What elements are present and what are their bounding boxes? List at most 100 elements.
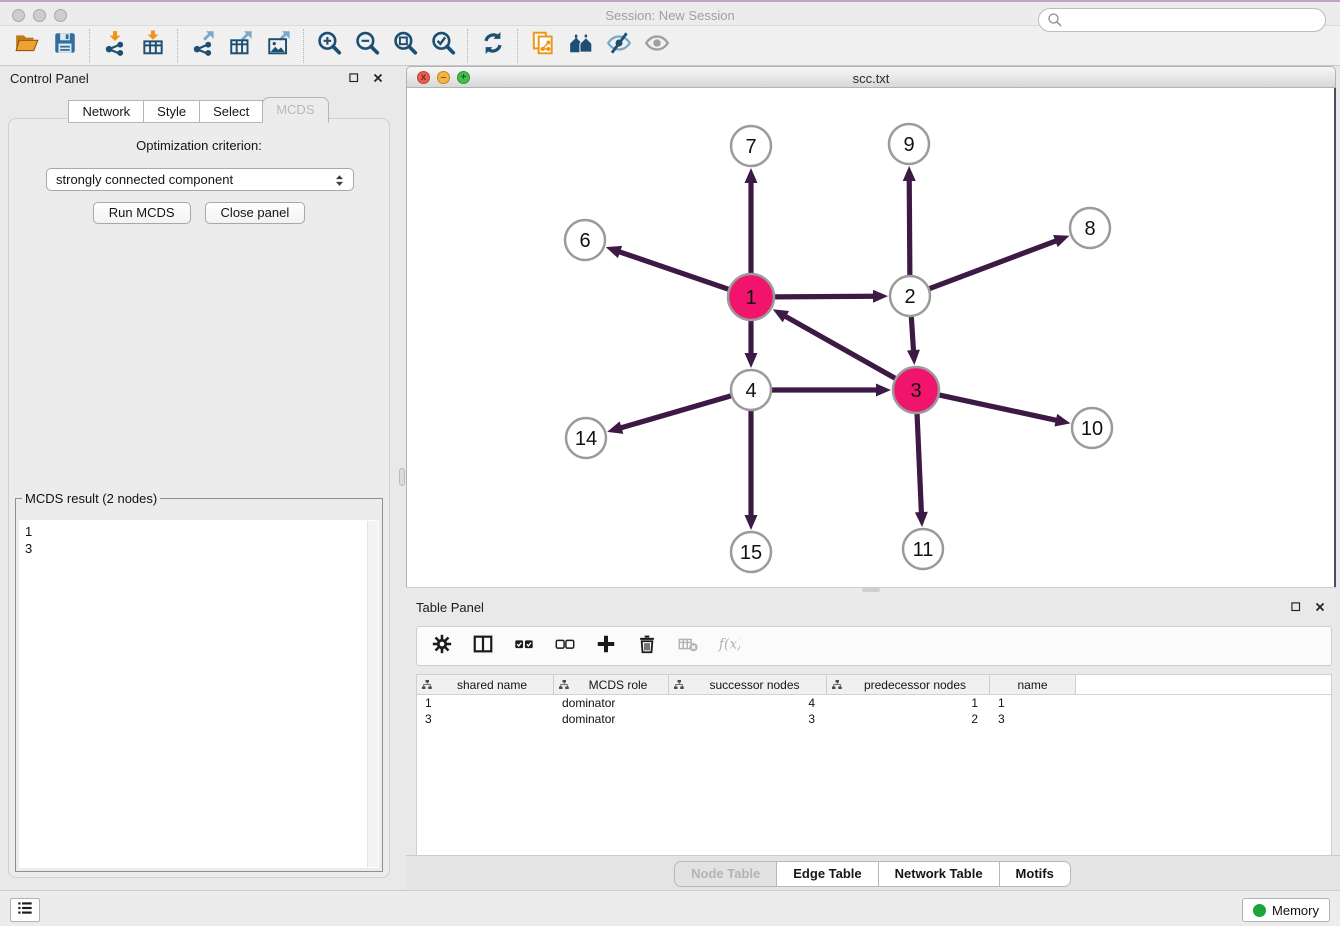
fx-icon: f(x) — [718, 633, 740, 660]
task-history-button[interactable] — [10, 898, 40, 922]
graph-edge-2-8[interactable] — [930, 240, 1059, 289]
result-scrollbar[interactable] — [367, 521, 378, 867]
table-row[interactable]: 3dominator323 — [417, 711, 1331, 727]
hide-selected-button[interactable] — [600, 29, 638, 63]
graph-node-11[interactable]: 11 — [903, 529, 943, 569]
import-network-button[interactable] — [96, 29, 134, 63]
tab-node-table[interactable]: Node Table — [674, 861, 777, 887]
select-all-rows-button[interactable] — [511, 633, 537, 659]
close-table-panel-icon[interactable] — [1313, 600, 1328, 615]
close-panel-icon[interactable] — [371, 71, 386, 86]
graph-edge-3-1[interactable] — [783, 315, 895, 378]
memory-button[interactable]: Memory — [1242, 898, 1330, 922]
graph-edge-3-10[interactable] — [939, 395, 1058, 421]
zoom-fit-button[interactable] — [386, 29, 424, 63]
network-window-titlebar[interactable]: x–+ scc.txt — [406, 66, 1336, 88]
zoom-out-button[interactable] — [348, 29, 386, 63]
graph-node-3[interactable]: 3 — [893, 367, 939, 413]
column-header-successor-nodes[interactable]: successor nodes — [669, 675, 827, 694]
graph-node-8[interactable]: 8 — [1070, 208, 1110, 248]
splitter-grip[interactable] — [399, 468, 405, 486]
graph-edge-2-9[interactable] — [909, 178, 910, 275]
org-chart-icon — [421, 679, 433, 691]
table-row[interactable]: 1dominator411 — [417, 695, 1331, 711]
save-session-button[interactable] — [46, 29, 84, 63]
new-network-from-selection-button[interactable] — [524, 29, 562, 63]
horizontal-splitter-grip[interactable] — [862, 588, 880, 592]
graph-node-7[interactable]: 7 — [731, 126, 771, 166]
graph-edge-1-6[interactable] — [617, 251, 728, 289]
apply-preferred-layout-button[interactable] — [474, 29, 512, 63]
criterion-select[interactable]: strongly connected component — [46, 168, 354, 191]
eye-slash-icon — [606, 30, 632, 61]
cell-name[interactable]: 1 — [990, 696, 1076, 710]
cell-successor-nodes[interactable]: 3 — [669, 712, 827, 726]
graph-edge-arrowhead — [745, 168, 758, 183]
tab-mcds[interactable]: MCDS — [262, 97, 328, 123]
node-label: 2 — [904, 286, 915, 308]
zoom-in-button[interactable] — [310, 29, 348, 63]
column-header-mcds-role[interactable]: MCDS role — [554, 675, 669, 694]
cell-name[interactable]: 3 — [990, 712, 1076, 726]
network-graph[interactable]: 7 9 6 8 1 2 4 3 14 10 15 11 — [407, 88, 1333, 587]
column-header-predecessor-nodes[interactable]: predecessor nodes — [827, 675, 990, 694]
tab-select[interactable]: Select — [199, 100, 263, 123]
graph-edge-4-14[interactable] — [619, 396, 731, 429]
graph-edge-2-3[interactable] — [911, 317, 913, 353]
node-table: shared name MCDS rolesuccessor nodesprede… — [416, 674, 1332, 856]
graph-node-14[interactable]: 14 — [566, 418, 606, 458]
cell-predecessor-nodes[interactable]: 2 — [827, 712, 990, 726]
float-table-panel-icon[interactable] — [1289, 600, 1304, 615]
graph-node-15[interactable]: 15 — [731, 532, 771, 572]
toggle-panel-split-button[interactable] — [470, 633, 496, 659]
export-network-button[interactable] — [184, 29, 222, 63]
graph-node-2[interactable]: 2 — [890, 276, 930, 316]
column-header-name[interactable]: name — [990, 675, 1076, 694]
deselect-all-rows-button[interactable] — [552, 633, 578, 659]
cell-mcds-role[interactable]: dominator — [554, 696, 669, 710]
tab-edge-table[interactable]: Edge Table — [776, 861, 878, 887]
graph-node-1[interactable]: 1 — [728, 274, 774, 320]
tab-network-table[interactable]: Network Table — [878, 861, 1000, 887]
table-header-row: shared name MCDS rolesuccessor nodesprede… — [417, 675, 1331, 695]
tab-motifs[interactable]: Motifs — [999, 861, 1071, 887]
graph-node-9[interactable]: 9 — [889, 124, 929, 164]
run-mcds-button[interactable]: Run MCDS — [93, 202, 191, 224]
node-label: 1 — [745, 287, 756, 309]
cell-predecessor-nodes[interactable]: 1 — [827, 696, 990, 710]
table-settings-button[interactable] — [429, 633, 455, 659]
network-canvas[interactable]: 7 9 6 8 1 2 4 3 14 10 15 11 — [406, 88, 1336, 587]
export-image-button[interactable] — [260, 29, 298, 63]
cell-mcds-role[interactable]: dominator — [554, 712, 669, 726]
float-panel-icon[interactable] — [347, 71, 362, 86]
delete-rows-button[interactable] — [634, 633, 660, 659]
cell-shared-name[interactable]: 1 — [417, 696, 554, 710]
memory-label: Memory — [1272, 903, 1319, 918]
toolbar-divider — [517, 29, 519, 63]
tab-style[interactable]: Style — [143, 100, 200, 123]
graph-edge-1-2[interactable] — [775, 296, 876, 297]
zoom-selected-button[interactable] — [424, 29, 462, 63]
graph-node-4[interactable]: 4 — [731, 370, 771, 410]
node-label: 8 — [1084, 218, 1095, 240]
column-header-label: name — [994, 678, 1071, 692]
column-header-label: shared name — [435, 678, 549, 692]
vertical-splitter[interactable] — [398, 66, 406, 890]
deselect-all-icon — [554, 633, 576, 660]
graph-node-10[interactable]: 10 — [1072, 408, 1112, 448]
graph-edge-3-11[interactable] — [917, 414, 921, 515]
import-table-button[interactable] — [134, 29, 172, 63]
close-panel-button[interactable]: Close panel — [205, 202, 306, 224]
first-neighbors-button[interactable] — [562, 29, 600, 63]
cell-shared-name[interactable]: 3 — [417, 712, 554, 726]
add-column-button[interactable] — [593, 633, 619, 659]
tab-network[interactable]: Network — [68, 100, 144, 123]
show-all-button — [638, 29, 676, 63]
graph-node-6[interactable]: 6 — [565, 220, 605, 260]
open-session-button[interactable] — [8, 29, 46, 63]
export-table-button[interactable] — [222, 29, 260, 63]
column-header-shared-name[interactable]: shared name — [417, 675, 554, 694]
search-input[interactable] — [1038, 8, 1326, 32]
mcds-result-box[interactable]: 1 3 — [19, 520, 379, 868]
cell-successor-nodes[interactable]: 4 — [669, 696, 827, 710]
